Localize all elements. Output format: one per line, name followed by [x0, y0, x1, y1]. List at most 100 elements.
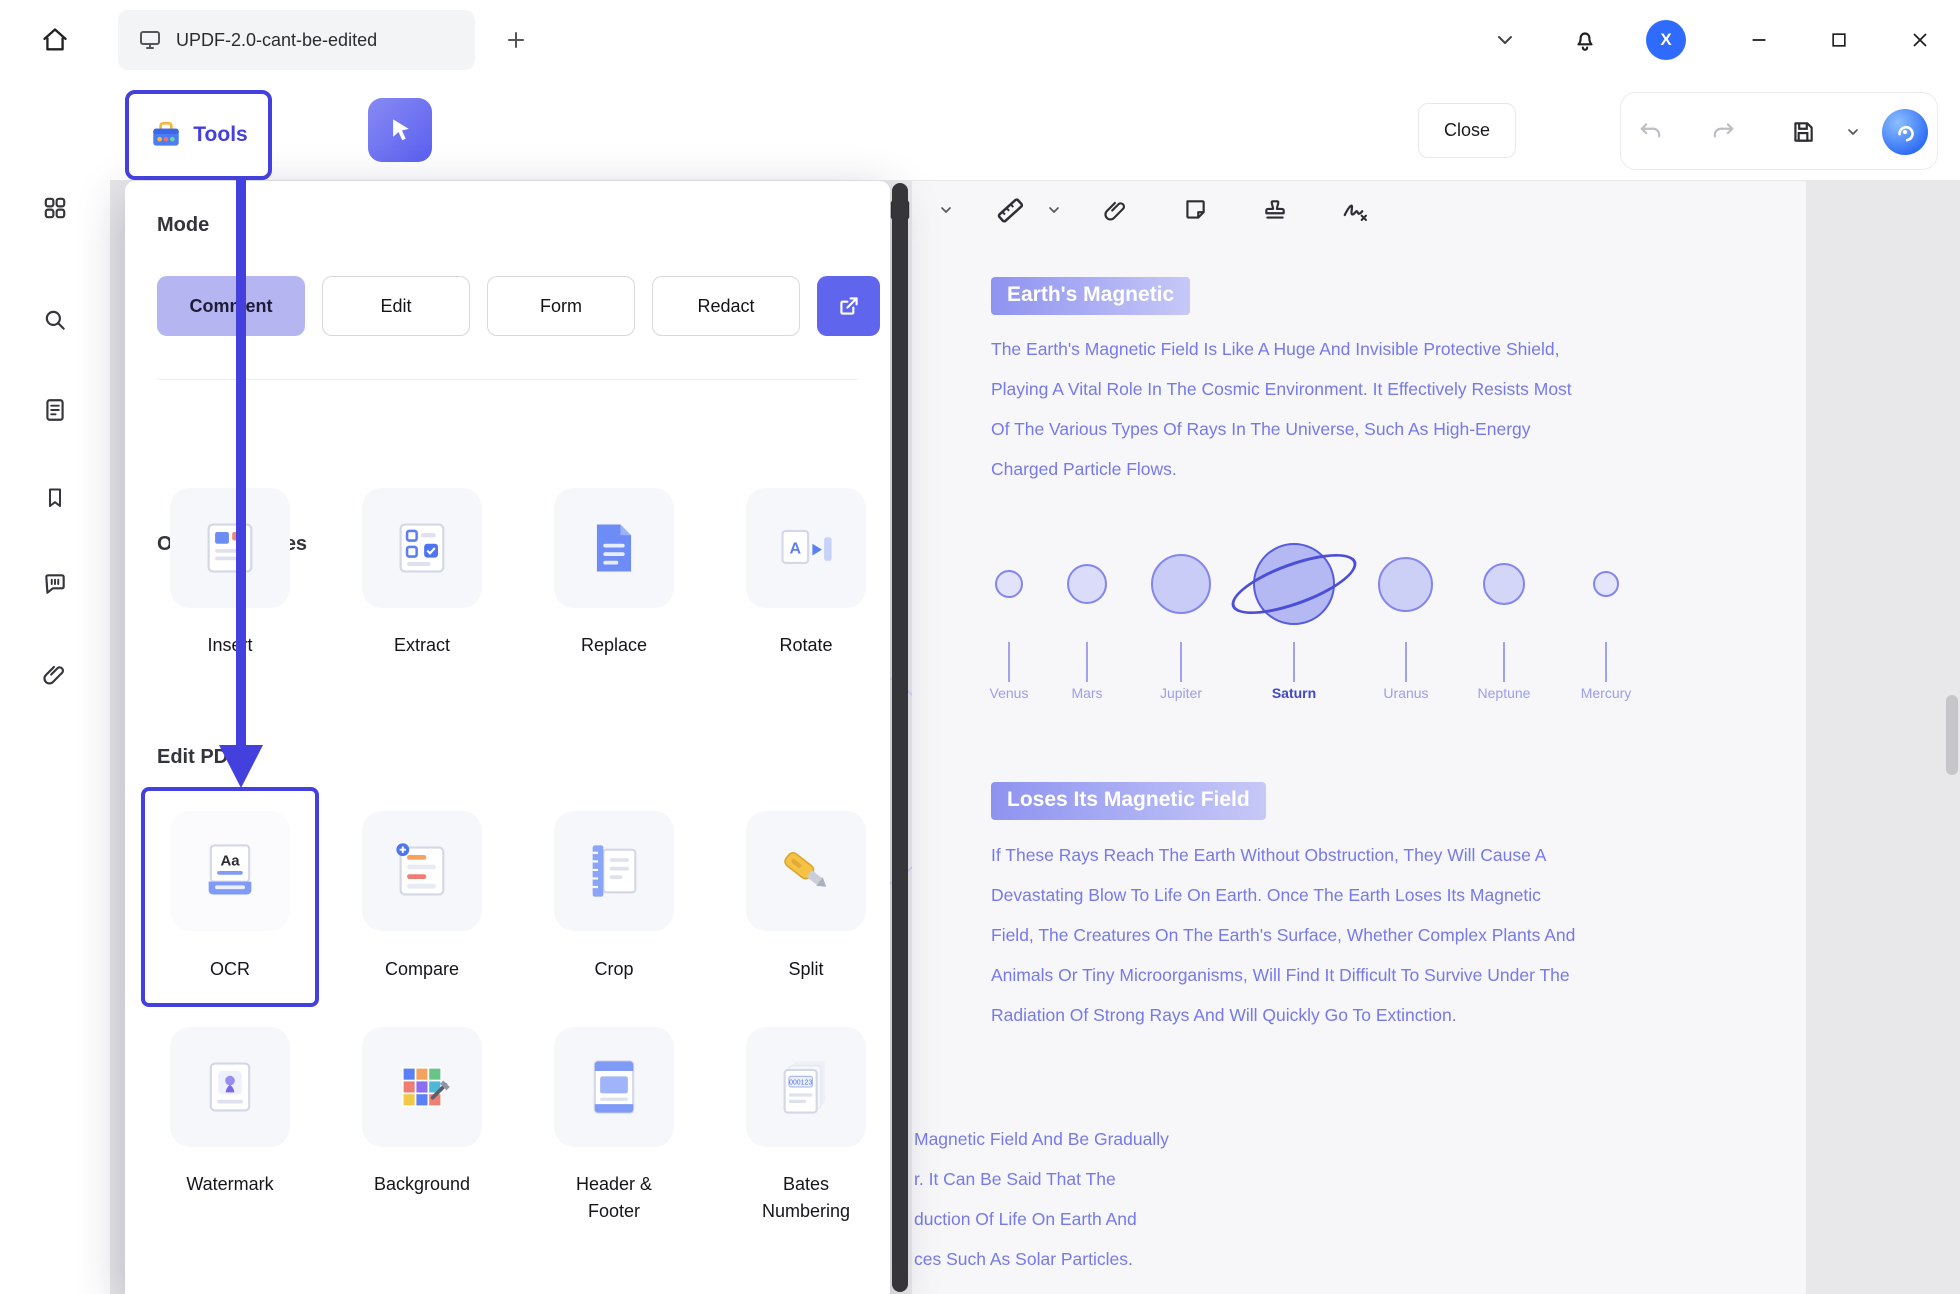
bookmark-icon [43, 486, 67, 510]
page-thumbnails-icon [42, 397, 68, 423]
new-tab-button[interactable] [492, 16, 540, 64]
document-tab[interactable]: UPDF-2.0-cant-be-edited [118, 10, 475, 70]
bell-icon [1572, 27, 1598, 53]
tool-tile-rotate[interactable]: A [746, 488, 866, 608]
mode-button-edit[interactable]: Edit [322, 276, 470, 336]
tool-tile-bates-numbering[interactable]: 000123 [746, 1027, 866, 1147]
mode-section-label: Mode [157, 214, 209, 237]
planet-tick [1405, 642, 1407, 682]
tool-tile-bates-label: Bates Numbering [746, 1171, 866, 1225]
compare-icon [390, 839, 454, 903]
topbar: UPDF-2.0-cant-be-edited X [0, 0, 1960, 80]
sidebar-item-comments[interactable] [31, 560, 79, 608]
doc-line: Radiation Of Strong Rays And Will Quickl… [991, 995, 1575, 1035]
planet-jupiter: Jupiter [1121, 543, 1241, 708]
doc-line: r. It Can Be Said That The [914, 1159, 1169, 1199]
planet-mercury: Mercury [1546, 543, 1666, 708]
tool-tile-crop[interactable] [554, 811, 674, 931]
ai-swirl-icon [1892, 119, 1918, 145]
close-icon [1909, 29, 1931, 51]
measure-tool-button[interactable] [988, 188, 1032, 232]
planet-label: Saturn [1234, 685, 1354, 701]
redo-button[interactable] [1703, 112, 1743, 152]
doc-line: Animals Or Tiny Microorganisms, Will Fin… [991, 955, 1575, 995]
tool-tile-background[interactable] [362, 1027, 482, 1147]
select-tool-button[interactable] [368, 98, 432, 162]
stamp-tool-button[interactable] [1253, 188, 1297, 232]
sidebar-item-apps[interactable] [31, 184, 79, 232]
mode-button-form[interactable]: Form [487, 276, 635, 336]
save-button[interactable] [1783, 112, 1823, 152]
replace-icon [582, 516, 646, 580]
bates-numbering-icon: 000123 [774, 1055, 838, 1119]
mode-button-comment[interactable]: Comment [157, 276, 305, 336]
minimize-button[interactable] [1735, 16, 1783, 64]
tool-tile-replace[interactable] [554, 488, 674, 608]
document-scrollbar[interactable] [1946, 695, 1958, 775]
sidebar-item-attachments[interactable] [31, 650, 79, 698]
open-external-button[interactable] [817, 276, 880, 336]
measure-tool-chevron[interactable] [1042, 198, 1066, 222]
save-chevron[interactable] [1841, 120, 1865, 144]
crop-icon [582, 839, 646, 903]
left-sidebar [0, 80, 110, 1294]
tool-tile-ocr-label: OCR [170, 956, 290, 983]
panel-scrollbar[interactable] [892, 183, 908, 1292]
sidebar-item-bookmarks[interactable] [31, 474, 79, 522]
ruler-icon [995, 195, 1025, 225]
user-avatar[interactable]: X [1646, 20, 1686, 60]
collapse-button[interactable] [1481, 16, 1529, 64]
undo-button[interactable] [1631, 112, 1671, 152]
ocr-icon: Aa [198, 839, 262, 903]
sidebar-item-search[interactable] [31, 296, 79, 344]
doc-line: Playing A Vital Role In The Cosmic Envir… [991, 369, 1572, 409]
tool-tile-header-footer[interactable] [554, 1027, 674, 1147]
tool-tile-ocr[interactable]: Aa [170, 811, 290, 931]
doc-heading-1: Earth's Magnetic [991, 277, 1190, 315]
attach-tool-button[interactable] [1094, 188, 1138, 232]
sticker-tool-button[interactable] [1173, 188, 1217, 232]
planet-tick [1008, 642, 1010, 682]
tool-tile-insert-label: Insert [170, 632, 290, 659]
tool-tile-header-footer-label: Header & Footer [554, 1171, 674, 1225]
tool-tile-replace-label: Replace [554, 632, 674, 659]
tool-tile-background-label: Background [362, 1171, 482, 1198]
insert-icon [198, 516, 262, 580]
planet-label: Mercury [1546, 685, 1666, 701]
undo-icon [1638, 119, 1664, 145]
sticker-icon [1182, 197, 1208, 223]
tool-tile-split[interactable] [746, 811, 866, 931]
tools-button[interactable]: Tools [125, 90, 272, 180]
svg-text:000123: 000123 [789, 1079, 812, 1086]
signature-icon [1341, 195, 1371, 225]
doc-line: Charged Particle Flows. [991, 449, 1572, 489]
tool-tile-crop-label: Crop [554, 956, 674, 983]
svg-text:A: A [790, 540, 802, 557]
tool-tile-watermark[interactable] [170, 1027, 290, 1147]
maximize-icon [1829, 30, 1849, 50]
tool-tile-extract[interactable] [362, 488, 482, 608]
shape-tool-chevron[interactable] [934, 198, 958, 222]
sidebar-item-pages[interactable] [31, 386, 79, 434]
tool-tile-insert[interactable] [170, 488, 290, 608]
doc-line: duction Of Life On Earth And [914, 1199, 1169, 1239]
rotate-icon: A [774, 516, 838, 580]
close-window-button[interactable] [1896, 16, 1944, 64]
split-icon [774, 839, 838, 903]
tool-tile-extract-label: Extract [362, 632, 482, 659]
notifications-button[interactable] [1561, 16, 1609, 64]
minimize-icon [1748, 29, 1770, 51]
home-button[interactable] [31, 16, 79, 64]
mode-button-redact[interactable]: Redact [652, 276, 800, 336]
paperclip-icon [42, 661, 68, 687]
maximize-button[interactable] [1815, 16, 1863, 64]
ai-assistant-button[interactable] [1882, 109, 1928, 155]
plus-icon [504, 28, 528, 52]
doc-heading-2: Loses Its Magnetic Field [991, 782, 1266, 820]
signature-tool-button[interactable] [1334, 188, 1378, 232]
toolbar: H T [110, 80, 1960, 180]
tool-tile-compare[interactable] [362, 811, 482, 931]
external-link-icon [836, 293, 862, 319]
search-icon [42, 307, 68, 333]
close-document-button[interactable]: Close [1418, 103, 1516, 158]
